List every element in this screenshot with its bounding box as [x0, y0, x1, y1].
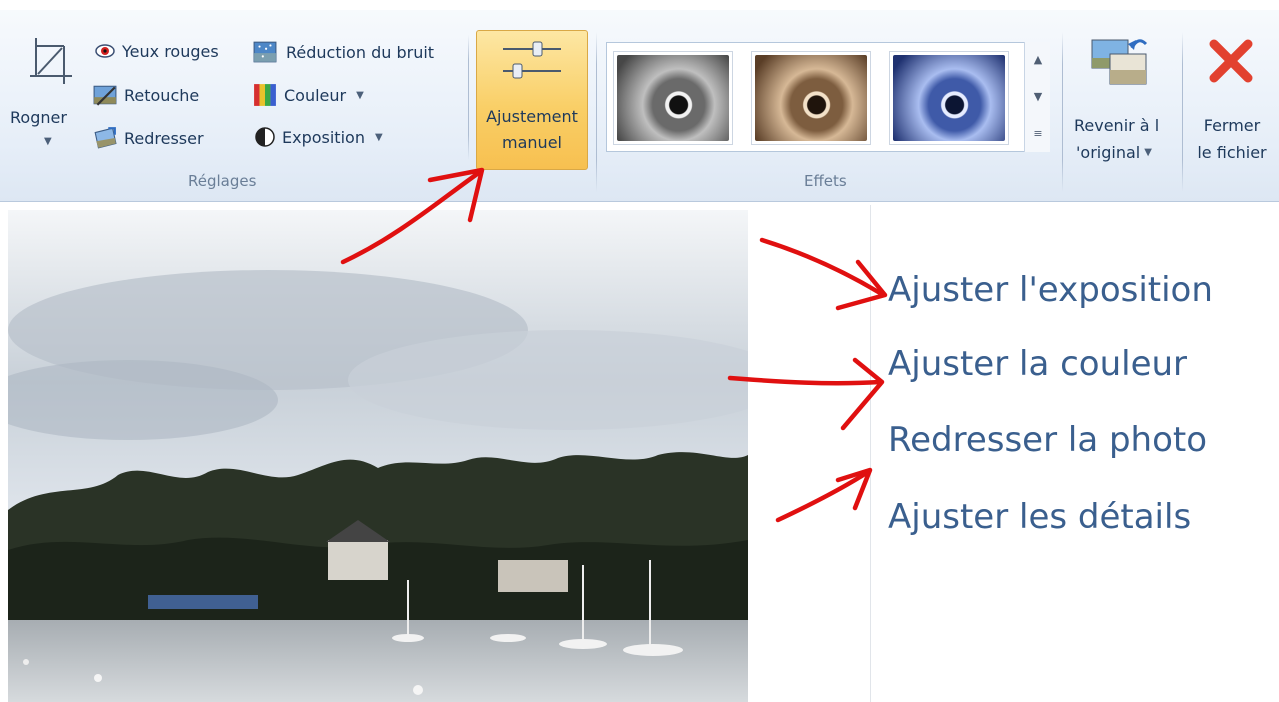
revert-icon: [1091, 39, 1148, 85]
straighten-icon: [94, 127, 117, 149]
effects-gallery: [606, 42, 1046, 152]
revenir-label-line2-wrap: 'original ▼: [1076, 143, 1152, 162]
effets-group-label: Effets: [804, 172, 847, 190]
yeux-rouges-label: Yeux rouges: [122, 41, 219, 61]
couleur-button[interactable]: Couleur ▼: [252, 83, 364, 107]
ajustement-label-line1: Ajustement: [486, 107, 578, 126]
redresser-label: Redresser: [124, 128, 204, 148]
exposition-label: Exposition: [282, 127, 365, 147]
arrow-to-exposition: [759, 237, 883, 296]
ribbon-separator: [596, 32, 597, 192]
ajustement-manuel-button[interactable]: Ajustement manuel: [476, 30, 588, 170]
chevron-down-icon: ▼: [44, 136, 52, 147]
ribbon: Rogner ▼ Yeux rouges Retouche Redresser: [0, 10, 1279, 202]
ribbon-separator: [468, 35, 469, 160]
gallery-scroll-up-icon[interactable]: ▲: [1025, 42, 1051, 78]
fermer-fichier-button[interactable]: Fermer le fichier: [1186, 30, 1278, 170]
top-strip: [0, 0, 1279, 10]
gallery-scrollbar[interactable]: ▲ ▼ ≡: [1024, 42, 1050, 152]
exposition-button[interactable]: Exposition ▼: [254, 126, 383, 148]
effect-thumbnail-grayscale[interactable]: [613, 51, 733, 145]
noise-reduction-icon: [253, 41, 277, 63]
gallery-more-icon[interactable]: ≡: [1025, 116, 1051, 152]
effect-thumbnail-sepia[interactable]: [751, 51, 871, 145]
color-icon: [254, 84, 276, 106]
red-eye-icon: [95, 44, 115, 58]
chevron-down-icon: ▼: [356, 89, 364, 101]
reglages-group-label: Réglages: [188, 172, 257, 190]
redresser-photo-link[interactable]: Redresser la photo: [888, 420, 1207, 460]
ajuster-details-link[interactable]: Ajuster les détails: [888, 497, 1191, 537]
redresser-button[interactable]: Redresser: [92, 126, 204, 150]
chevron-down-icon: ▼: [374, 131, 383, 143]
gallery-scroll-down-icon[interactable]: ▼: [1025, 79, 1051, 115]
ajustement-label-line2: manuel: [502, 133, 562, 152]
effect-thumbnail-cyan[interactable]: [889, 51, 1009, 145]
ajuster-exposition-link[interactable]: Ajuster l'exposition: [888, 270, 1213, 310]
reduction-bruit-label: Réduction du bruit: [286, 42, 435, 62]
revenir-label-line2: 'original: [1076, 143, 1141, 162]
sliders-icon: [503, 41, 561, 79]
revenir-original-button[interactable]: Revenir à l 'original ▼: [1066, 30, 1176, 170]
retouch-icon: [93, 85, 117, 106]
couleur-label: Couleur: [284, 85, 347, 105]
ajuster-couleur-link[interactable]: Ajuster la couleur: [888, 344, 1187, 384]
exposure-icon: [255, 127, 275, 147]
reduction-bruit-button[interactable]: Réduction du bruit: [250, 40, 434, 64]
retouche-button[interactable]: Retouche: [92, 83, 199, 107]
photo-landscape: [8, 210, 748, 702]
fermer-label-line2: le fichier: [1197, 143, 1267, 162]
rogner-button[interactable]: Rogner ▼: [10, 30, 86, 165]
ribbon-separator: [1062, 32, 1063, 192]
ribbon-separator: [1182, 32, 1183, 192]
arrow-to-couleur: [727, 375, 883, 386]
yeux-rouges-button[interactable]: Yeux rouges: [94, 40, 219, 62]
chevron-down-icon: ▼: [1144, 147, 1152, 158]
photo-preview[interactable]: [8, 210, 748, 702]
retouche-label: Retouche: [124, 85, 200, 105]
crop-icon: [30, 38, 72, 84]
arrow-to-redresser: [775, 469, 871, 523]
fermer-label-line1: Fermer: [1203, 116, 1261, 135]
panel-divider: [870, 205, 871, 702]
revenir-label-line1: Revenir à l: [1074, 116, 1160, 135]
rogner-label: Rogner: [10, 108, 67, 127]
close-icon: [1209, 39, 1253, 83]
